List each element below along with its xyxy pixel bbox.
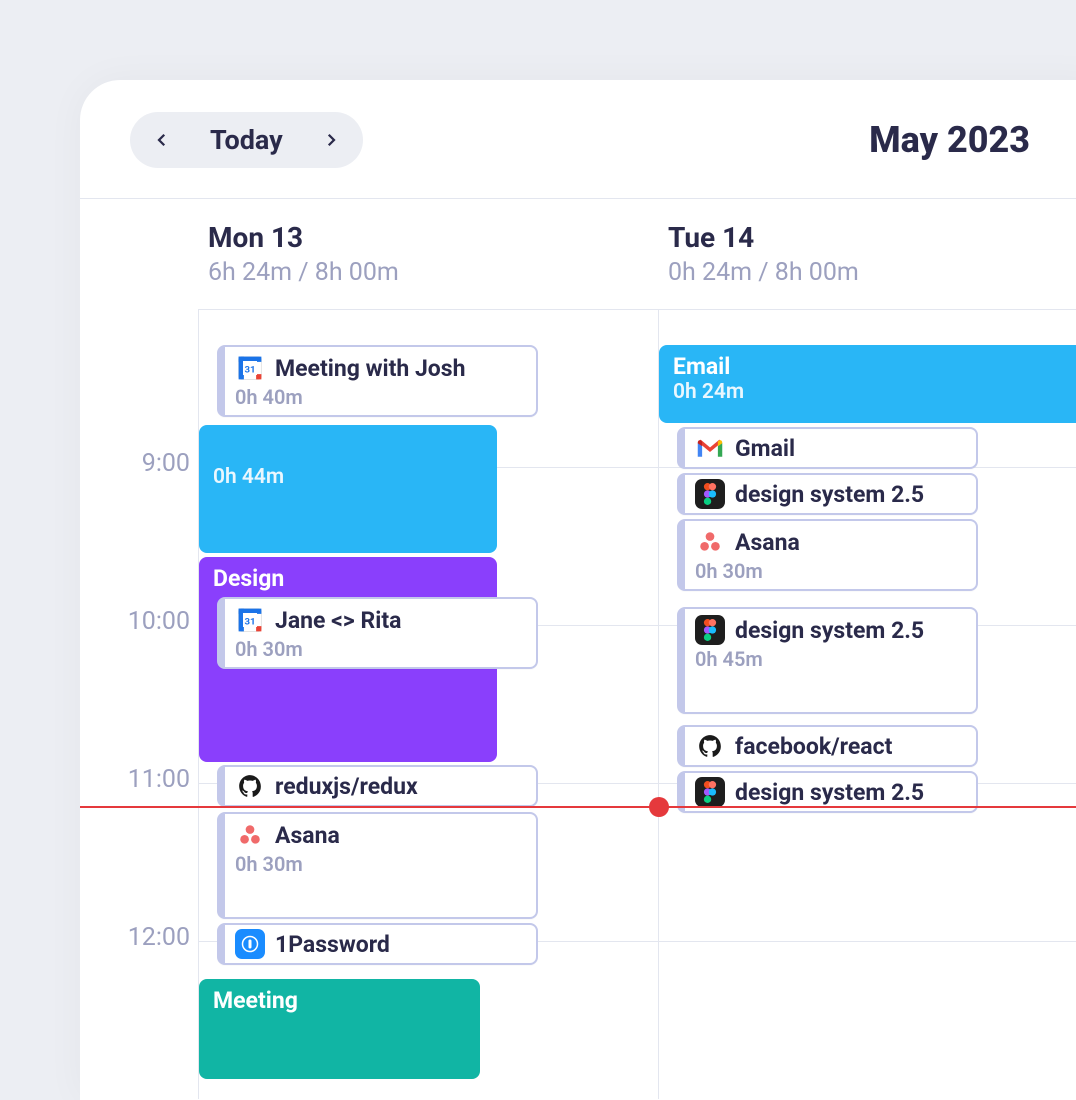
event-title: Meeting — [213, 987, 466, 1014]
event-title: Design — [213, 565, 483, 592]
day-column-tue: Email 0h 24m Gmail design system 2.5 — [658, 309, 1076, 1099]
asana-icon — [695, 527, 725, 557]
event-duration: 0h 24m — [673, 380, 1076, 404]
current-time-indicator — [80, 806, 1076, 808]
asana-icon — [235, 820, 265, 850]
github-icon — [695, 731, 725, 761]
github-icon — [235, 771, 265, 801]
time-label: 11:00 — [100, 765, 190, 794]
next-button[interactable] — [311, 120, 351, 160]
item-card-react[interactable]: facebook/react — [677, 725, 978, 767]
figma-icon — [695, 777, 725, 807]
item-card-jane-rita[interactable]: 31 Jane <> Rita 0h 30m — [217, 597, 538, 669]
item-card-1password[interactable]: 1Password — [217, 923, 538, 965]
item-title: Gmail — [735, 435, 795, 462]
figma-icon — [695, 479, 725, 509]
item-card-gmail[interactable]: Gmail — [677, 427, 978, 469]
time-label: 10:00 — [100, 607, 190, 636]
chevron-right-icon — [322, 131, 340, 149]
time-column: 9:00 10:00 11:00 12:00 — [80, 309, 198, 1099]
gcalendar-icon: 31 — [235, 605, 265, 635]
item-title: design system 2.5 — [735, 617, 924, 644]
svg-text:31: 31 — [244, 616, 255, 627]
item-duration: 0h 30m — [695, 559, 966, 583]
figma-icon — [695, 615, 725, 645]
time-label: 9:00 — [100, 449, 190, 478]
day-hours: 0h 24m / 8h 00m — [668, 258, 1076, 287]
item-card-asana[interactable]: Asana 0h 30m — [217, 812, 538, 919]
item-title: Asana — [275, 822, 340, 849]
item-card-figma[interactable]: design system 2.5 — [677, 473, 978, 515]
event-title: Email — [673, 353, 1076, 380]
item-title: Jane <> Rita — [275, 607, 401, 634]
event-block-meeting[interactable]: Meeting — [199, 979, 480, 1079]
item-title: facebook/react — [735, 733, 892, 760]
day-label: Tue 14 — [668, 221, 1076, 254]
month-label: May 2023 — [869, 119, 1050, 161]
item-card-figma-2[interactable]: design system 2.5 0h 45m — [677, 607, 978, 714]
item-card-asana[interactable]: Asana 0h 30m — [677, 519, 978, 591]
item-title: Asana — [735, 529, 800, 556]
item-title: 1Password — [275, 931, 390, 958]
calendar-app: Today May 2023 Mon 13 6h 24m / 8h 00m Tu… — [80, 80, 1076, 1100]
item-title: Meeting with Josh — [275, 355, 465, 382]
current-time-dot — [649, 797, 669, 817]
item-duration: 0h 30m — [235, 852, 526, 876]
1password-icon — [235, 929, 265, 959]
item-duration: 0h 40m — [235, 385, 526, 409]
calendar-grid: 9:00 10:00 11:00 12:00 0h 44m 31 Meeting… — [80, 309, 1076, 1099]
day-label: Mon 13 — [208, 221, 658, 254]
item-card-redux[interactable]: reduxjs/redux — [217, 765, 538, 807]
prev-button[interactable] — [142, 120, 182, 160]
item-duration: 0h 30m — [235, 637, 526, 661]
event-duration: 0h 44m — [213, 465, 483, 489]
header: Today May 2023 — [80, 80, 1076, 198]
item-duration: 0h 45m — [695, 647, 966, 671]
chevron-left-icon — [153, 131, 171, 149]
gmail-icon — [695, 433, 725, 463]
day-header-mon[interactable]: Mon 13 6h 24m / 8h 00m — [198, 199, 658, 309]
item-title: reduxjs/redux — [275, 773, 418, 800]
day-hours: 6h 24m / 8h 00m — [208, 258, 658, 287]
day-header-tue[interactable]: Tue 14 0h 24m / 8h 00m — [658, 199, 1076, 309]
days-header: Mon 13 6h 24m / 8h 00m Tue 14 0h 24m / 8… — [80, 199, 1076, 309]
day-column-mon: 0h 44m 31 Meeting with Josh 0h 40m Desig… — [198, 309, 658, 1099]
item-card-meeting-josh[interactable]: 31 Meeting with Josh 0h 40m — [217, 345, 538, 417]
item-title: design system 2.5 — [735, 779, 924, 806]
date-nav: Today — [130, 112, 363, 168]
event-block-email[interactable]: Email 0h 24m — [659, 345, 1076, 423]
time-label: 12:00 — [100, 923, 190, 952]
svg-text:31: 31 — [244, 364, 255, 375]
item-title: design system 2.5 — [735, 481, 924, 508]
gcalendar-icon: 31 — [235, 353, 265, 383]
today-button[interactable]: Today — [190, 124, 303, 156]
event-block-email[interactable]: 0h 44m — [199, 425, 497, 553]
